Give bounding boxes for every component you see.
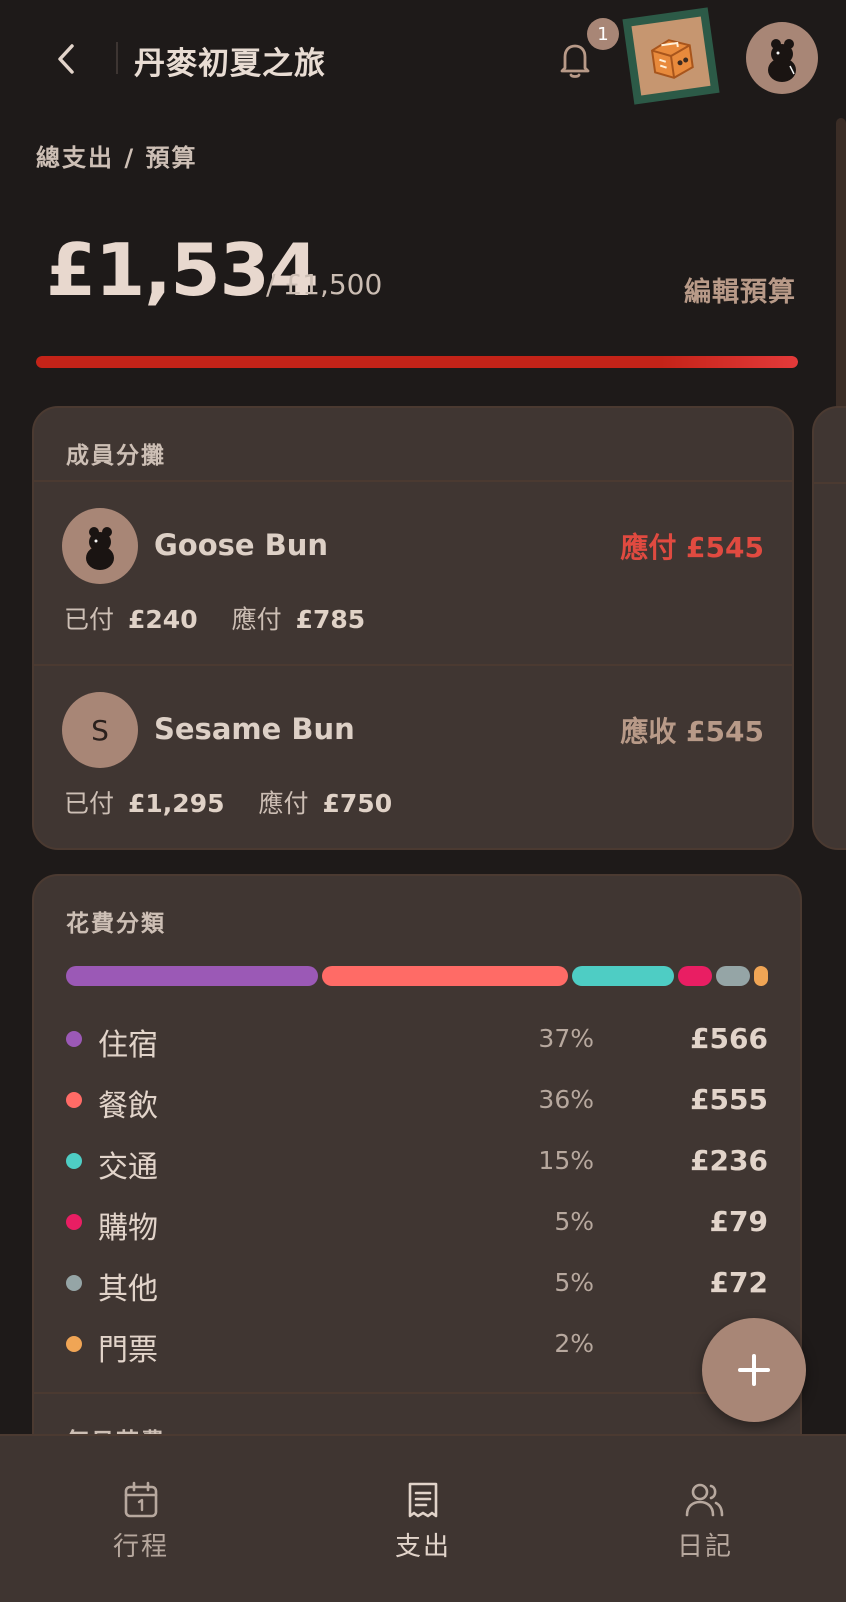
category-stacked-bar	[66, 966, 768, 986]
gift-box-icon	[650, 39, 694, 79]
category-title: 花費分類	[66, 911, 166, 937]
member-row[interactable]: S Sesame Bun 應收 £545 已付 £1,295 應付 £750	[34, 666, 792, 848]
nav-label: 行程	[112, 1532, 169, 1562]
member-avatar: S	[62, 692, 138, 768]
bottom-navigation: 行程 支出 日記	[0, 1434, 846, 1602]
app-header: 丹麥初夏之旅 1	[0, 0, 846, 118]
category-amount: £236	[690, 1144, 768, 1177]
card-divider	[34, 1392, 800, 1394]
category-percent: 36%	[538, 1085, 594, 1114]
category-name: 購物	[98, 1211, 158, 1246]
category-segment	[754, 966, 768, 986]
category-percent: 2%	[554, 1329, 594, 1358]
budget-amount: / £1,500	[266, 268, 383, 301]
category-amount: £72	[709, 1266, 768, 1299]
category-color-dot	[66, 1092, 82, 1108]
add-expense-button[interactable]	[702, 1318, 806, 1422]
category-name: 門票	[98, 1333, 158, 1368]
category-row[interactable]: 交通 15% £236	[66, 1136, 768, 1186]
plus-icon	[738, 1354, 770, 1386]
category-name: 交通	[98, 1150, 158, 1185]
category-segment	[66, 966, 318, 986]
category-amount: £555	[690, 1083, 768, 1116]
owed-label: 應付	[231, 605, 282, 634]
category-color-dot	[66, 1031, 82, 1047]
category-color-dot	[66, 1275, 82, 1291]
users-icon	[685, 1483, 724, 1517]
category-row[interactable]: 餐飲 36% £555	[66, 1075, 768, 1125]
bell-icon	[560, 44, 590, 78]
member-name: Goose Bun	[154, 528, 329, 562]
receipt-icon	[408, 1482, 438, 1518]
back-button[interactable]	[44, 34, 88, 84]
paid-amount: £1,295	[128, 789, 225, 818]
edit-budget-button[interactable]: 編輯預算	[684, 270, 796, 309]
member-name: Sesame Bun	[154, 712, 355, 746]
member-split-title: 成員分攤	[66, 443, 166, 469]
category-row[interactable]: 購物 5% £79	[66, 1197, 768, 1247]
category-amount: £566	[690, 1022, 768, 1055]
page-title: 丹麥初夏之旅	[134, 46, 326, 82]
bear-avatar-icon	[768, 39, 796, 82]
member-paid-owed: 已付 £1,295 應付 £750	[64, 784, 392, 820]
category-color-dot	[66, 1153, 82, 1169]
summary-label: 總支出 / 預算	[36, 144, 198, 172]
member-paid-owed: 已付 £240 應付 £785	[64, 600, 365, 636]
category-amount: £79	[709, 1205, 768, 1238]
category-segment	[572, 966, 674, 986]
trip-stamp-image[interactable]	[622, 7, 720, 105]
user-avatar[interactable]	[746, 22, 818, 94]
category-row[interactable]: 住宿 37% £566	[66, 1014, 768, 1064]
chevron-left-icon	[58, 44, 74, 74]
budget-progress-bar	[36, 356, 798, 368]
category-name: 住宿	[98, 1028, 158, 1063]
member-row[interactable]: Goose Bun 應付 £545 已付 £240 應付 £785	[34, 482, 792, 664]
category-percent: 5%	[554, 1268, 594, 1297]
nav-item-journal[interactable]: 日記	[564, 1436, 846, 1602]
member-balance-status: 應收 £545	[620, 715, 764, 748]
category-percent: 15%	[538, 1146, 594, 1175]
nav-item-itinerary[interactable]: 行程	[0, 1436, 282, 1602]
member-split-card: 成員分攤 Goose Bun 應付 £545 已付 £240 應付 £785 S S	[32, 406, 794, 850]
header-divider	[116, 42, 118, 74]
category-color-dot	[66, 1214, 82, 1230]
owed-amount: £750	[322, 789, 393, 818]
category-color-dot	[66, 1336, 82, 1352]
calendar-icon	[124, 1481, 158, 1518]
member-avatar	[62, 508, 138, 584]
category-segment	[678, 966, 712, 986]
notification-badge: 1	[587, 18, 619, 50]
paid-label: 已付	[64, 605, 115, 634]
next-card-peek[interactable]	[812, 406, 846, 850]
category-segment	[716, 966, 750, 986]
owed-label: 應付	[258, 789, 309, 818]
owed-amount: £785	[295, 605, 366, 634]
nav-label: 日記	[676, 1532, 733, 1562]
category-segment	[322, 966, 568, 986]
expense-page: 丹麥初夏之旅 1 總支出 / 預算 £1,534 / £1,500 編輯預算 成…	[0, 0, 846, 1602]
category-percent: 37%	[538, 1024, 594, 1053]
nav-label: 支出	[394, 1532, 451, 1562]
category-row[interactable]: 門票 2%	[66, 1319, 768, 1369]
member-balance-status: 應付 £545	[620, 531, 764, 564]
category-row[interactable]: 其他 5% £72	[66, 1258, 768, 1308]
category-percent: 5%	[554, 1207, 594, 1236]
paid-amount: £240	[128, 605, 198, 634]
budget-progress-fill	[36, 356, 798, 368]
paid-label: 已付	[64, 789, 115, 818]
category-name: 其他	[98, 1272, 158, 1307]
category-name: 餐飲	[98, 1089, 158, 1124]
nav-item-expenses[interactable]: 支出	[282, 1436, 564, 1602]
bear-avatar-icon	[86, 527, 114, 570]
